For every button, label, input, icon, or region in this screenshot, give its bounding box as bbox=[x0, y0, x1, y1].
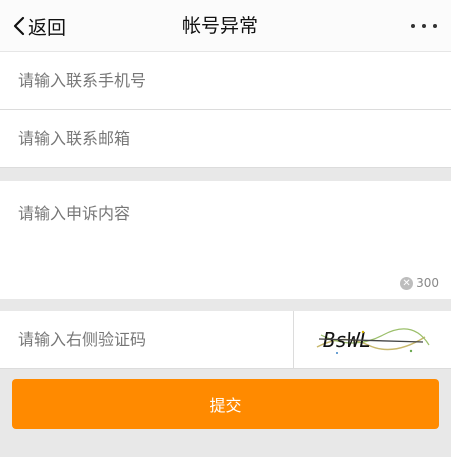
top-nav-bar: 返回 帐号异常 bbox=[0, 0, 451, 52]
chevron-left-icon bbox=[13, 16, 25, 36]
page-title: 帐号异常 bbox=[182, 15, 259, 37]
appeal-section: ✕ 300 bbox=[0, 181, 451, 299]
more-dots-icon bbox=[433, 24, 437, 28]
submit-button[interactable]: 提交 bbox=[12, 379, 439, 429]
more-dots-icon bbox=[422, 24, 426, 28]
captcha-input[interactable] bbox=[18, 330, 293, 349]
counter-value: 300 bbox=[416, 276, 439, 290]
clear-icon[interactable]: ✕ bbox=[400, 276, 414, 290]
more-dots-icon bbox=[411, 24, 415, 28]
email-row bbox=[0, 110, 451, 168]
more-menu-button[interactable] bbox=[411, 0, 437, 52]
phone-input[interactable] bbox=[18, 71, 451, 90]
back-button[interactable]: 返回 bbox=[12, 0, 66, 52]
back-label: 返回 bbox=[28, 16, 67, 39]
section-divider bbox=[0, 168, 451, 181]
character-counter: ✕ 300 bbox=[400, 276, 439, 290]
captcha-graphic: BsWL bbox=[312, 322, 433, 357]
section-divider bbox=[0, 299, 451, 311]
captcha-input-wrap bbox=[0, 311, 293, 368]
phone-row bbox=[0, 52, 451, 110]
email-input[interactable] bbox=[18, 129, 451, 148]
submit-area: 提交 bbox=[0, 369, 451, 429]
captcha-image[interactable]: BsWL bbox=[293, 311, 451, 368]
captcha-row: BsWL bbox=[0, 311, 451, 369]
appeal-textarea[interactable] bbox=[18, 203, 433, 273]
